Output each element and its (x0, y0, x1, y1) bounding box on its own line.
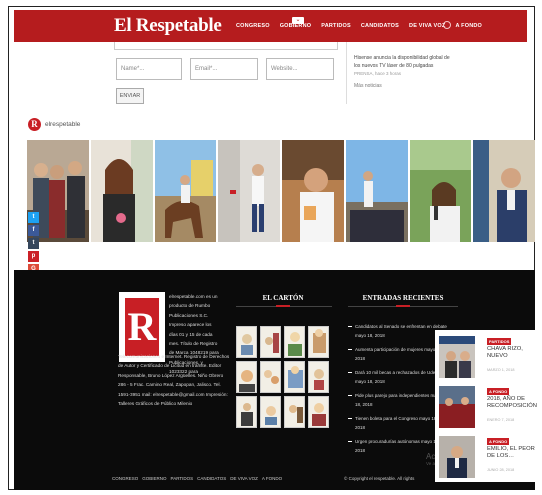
instagram-photo[interactable] (90, 140, 153, 242)
sidebar-news-meta: PRENSA, hace 3 horas (354, 71, 402, 76)
related-post-badge: A FONDO (487, 438, 510, 445)
related-post-title[interactable]: CHAVA RIZO, NUEVO (487, 346, 535, 360)
site-header: El Respetable ⌄ CONGRESO GOBIERNO PARTID… (14, 10, 527, 42)
cartoon-thumb[interactable] (236, 396, 257, 428)
footer-nav-congreso[interactable]: CONGRESO (112, 476, 138, 481)
twitter-icon[interactable]: t (28, 212, 39, 223)
tumblr-icon[interactable]: t (28, 238, 39, 249)
footer-about-long: Telecomunicaciones e Internet. Registro … (118, 354, 230, 407)
cartoon-thumb[interactable] (284, 396, 305, 428)
cartoon-thumb[interactable] (260, 396, 281, 428)
avatar[interactable]: R (28, 118, 41, 131)
related-post-card[interactable]: A FONDO 2018, AÑO DE RECOMPOSICIÓN ENERO… (439, 386, 537, 430)
submit-button[interactable]: ENVIAR (116, 88, 144, 104)
related-post-badge: PARTIDOS (487, 338, 512, 345)
recent-post-item[interactable]: Tienen boleta para el Congreso mayo 18, … (348, 414, 448, 432)
nav-item-de-viva-voz[interactable]: DE VIVA VOZ (409, 23, 445, 29)
instagram-feed (27, 140, 535, 242)
cartoon-thumb[interactable] (284, 361, 305, 393)
footer-nav-partidos[interactable]: PARTIDOS (171, 476, 194, 481)
recent-post-item[interactable]: Aumenta participación de mujeres mayo 18… (348, 345, 448, 363)
recent-post-item[interactable]: Pide plus parejo para independientes may… (348, 391, 448, 409)
related-post-card[interactable]: PARTIDOS CHAVA RIZO, NUEVO MARZO 1, 2018 (439, 336, 533, 380)
cartoon-grid (236, 326, 330, 428)
search-icon[interactable] (443, 21, 451, 29)
website-field[interactable]: Website... (266, 58, 334, 80)
footer-logo-letter: R (125, 298, 159, 356)
nav-item-a-fondo[interactable]: A FONDO (455, 23, 482, 29)
instagram-photo[interactable] (409, 140, 472, 242)
nav-item-gobierno[interactable]: GOBIERNO (280, 23, 312, 29)
nav-item-candidatos[interactable]: CANDIDATOS (361, 23, 399, 29)
footer-nav: CONGRESO GOBIERNO PARTIDOS CANDIDATOS DE… (112, 476, 282, 481)
instagram-username[interactable]: elrespetable (45, 121, 80, 128)
more-news-link[interactable]: Más noticias (354, 82, 450, 90)
nav-item-congreso[interactable]: CONGRESO (236, 23, 270, 29)
pinterest-icon[interactable]: p (28, 251, 39, 262)
related-post-title[interactable]: EMILIO, EL PEOR DE LOS… (487, 446, 535, 460)
footer-nav-gobierno[interactable]: GOBIERNO (142, 476, 166, 481)
nav-item-partidos[interactable]: PARTIDOS (321, 23, 351, 29)
related-post-thumb[interactable] (439, 386, 475, 428)
cartoon-thumb[interactable] (236, 326, 257, 358)
instagram-photo[interactable] (345, 140, 408, 242)
cartoon-thumb[interactable] (284, 326, 305, 358)
cartoon-thumb[interactable] (308, 326, 329, 358)
related-posts-popup: PARTIDOS CHAVA RIZO, NUEVO MARZO 1, 2018… (435, 330, 537, 482)
instagram-header: R elrespetable (28, 118, 80, 131)
related-post-card[interactable]: A FONDO EMILIO, EL PEOR DE LOS… JUNIO 28… (439, 436, 535, 480)
email-field[interactable]: Email*... (190, 58, 258, 80)
related-post-badge: A FONDO (487, 388, 510, 395)
copyright-text: © Copyright el respetable. All rights (344, 476, 415, 481)
social-share-bar: t f t p G (28, 212, 39, 277)
instagram-photo[interactable] (282, 140, 344, 242)
sidebar-news: Hisense anuncia la disponibilidad global… (354, 54, 450, 90)
related-post-thumb[interactable] (439, 436, 475, 478)
cartoon-title: EL CARTÓN (262, 294, 304, 302)
instagram-photo[interactable] (473, 140, 535, 242)
related-post-title[interactable]: 2018, AÑO DE RECOMPOSICIÓN (487, 396, 537, 410)
comment-textarea[interactable] (114, 42, 338, 50)
recent-posts-list: Candidatos al Senado se enfrentan en deb… (348, 322, 448, 460)
cartoon-thumb[interactable] (308, 361, 329, 393)
related-post-date: ENERO 7, 2018 (487, 418, 515, 422)
cartoon-divider-accent (276, 305, 290, 307)
recent-post-item[interactable]: Candidatos al Senado se enfrentan en deb… (348, 322, 448, 340)
related-post-date: MARZO 1, 2018 (487, 368, 515, 372)
instagram-photo[interactable] (154, 140, 217, 242)
footer-nav-de-viva-voz[interactable]: DE VIVA VOZ (230, 476, 258, 481)
cartoon-thumb[interactable] (260, 361, 281, 393)
facebook-icon[interactable]: f (28, 225, 39, 236)
name-field[interactable]: Name*... (116, 58, 182, 80)
footer-nav-a-fondo[interactable]: A FONDO (262, 476, 282, 481)
related-post-thumb[interactable] (439, 336, 475, 378)
site-logo[interactable]: El Respetable (114, 15, 222, 37)
recent-divider-accent (396, 305, 410, 307)
recent-posts-title: ENTRADAS RECIENTES (362, 294, 444, 302)
cartoon-thumb[interactable] (260, 326, 281, 358)
related-post-date: JUNIO 28, 2018 (487, 468, 515, 472)
footer-nav-candidatos[interactable]: CANDIDATOS (197, 476, 226, 481)
sidebar-news-title[interactable]: Hisense anuncia la disponibilidad global… (354, 54, 450, 70)
recent-post-item[interactable]: Dará 10 mil becas a rechazados de UdeG m… (348, 368, 448, 386)
instagram-photo[interactable] (218, 140, 280, 242)
cartoon-thumb[interactable] (236, 361, 257, 393)
cartoon-thumb[interactable] (308, 396, 329, 428)
sidebar-divider (346, 42, 347, 104)
